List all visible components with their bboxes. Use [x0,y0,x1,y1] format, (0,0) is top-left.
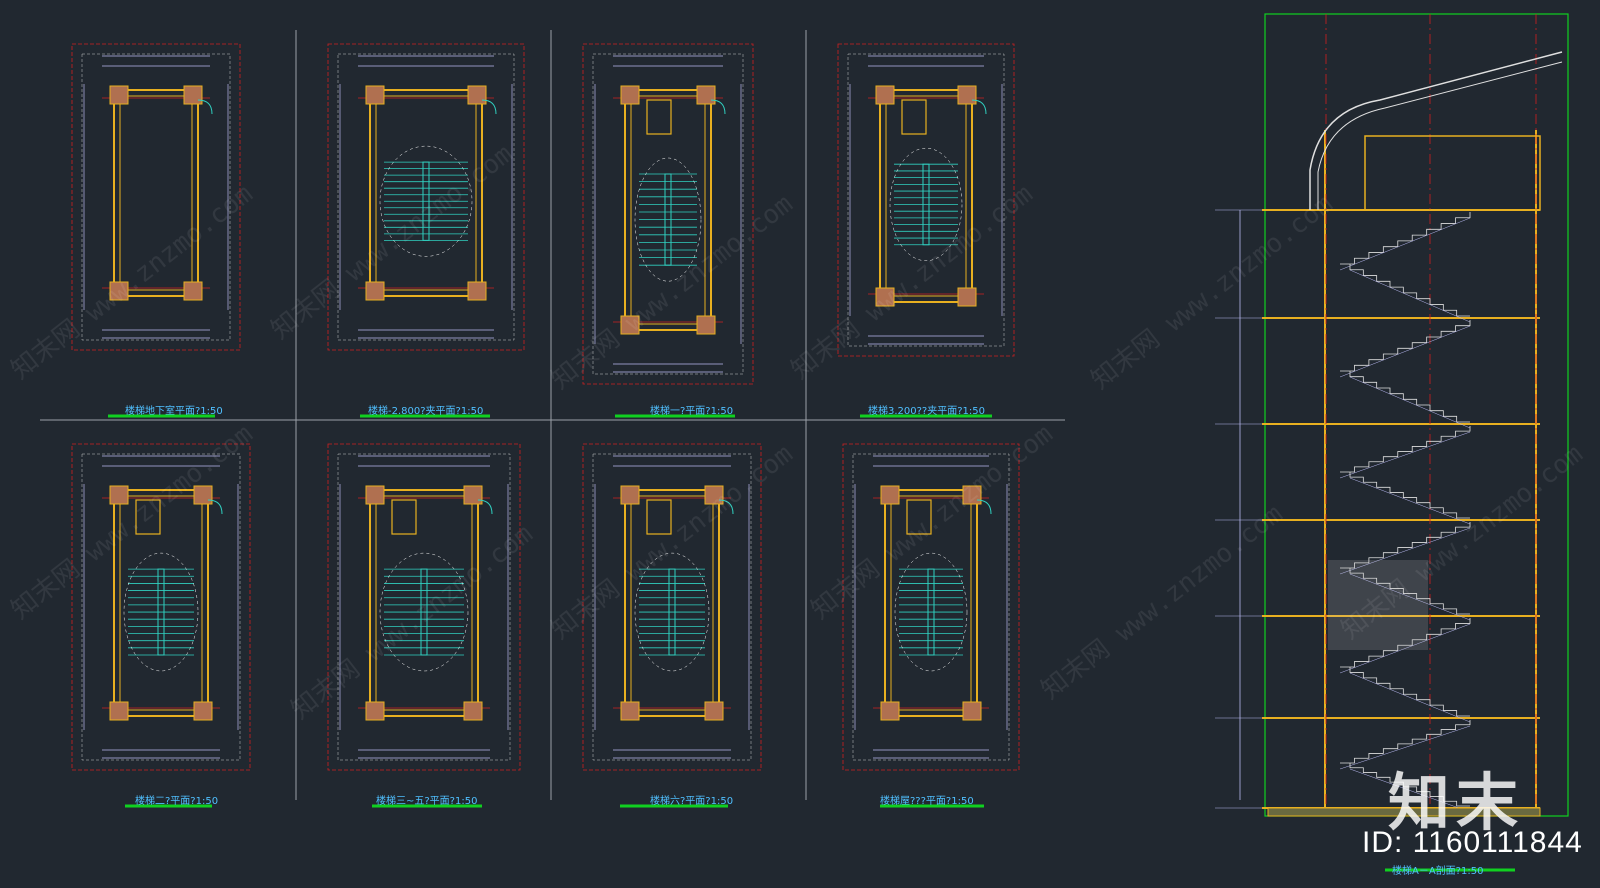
plan-title-floor2: 楼梯二?平面?1:50 [135,792,245,807]
shaft-room [391,499,417,535]
column [620,701,640,721]
column [467,281,487,301]
plan-title-text: 楼梯-2.800?夹平面?1:50 [368,406,484,417]
column [183,85,203,105]
stair-soffit [1339,431,1471,479]
column [696,85,716,105]
stair-plans-group [71,43,1020,808]
stair-flight [1349,472,1470,519]
stair-soffit [1349,269,1471,323]
stair-flight [1349,264,1470,317]
column [109,701,129,721]
stair-flight [1340,426,1471,473]
column [365,485,385,505]
stair-soffit [1349,376,1471,429]
column [193,701,213,721]
watermark-text: 知末网 www.znzmo.com [806,419,1059,626]
stair-section [1215,13,1569,872]
watermark-text: 知末网 www.znzmo.com [6,179,259,386]
column [880,701,900,721]
shaft-room [646,99,672,135]
watermark-id: ID: 1160111844 [1362,826,1583,859]
column [704,701,724,721]
stair-soffit [1339,217,1471,271]
plan-title-floor3-5: 楼梯三~五?平面?1:50 [376,792,496,807]
cad-sheet: 知末网 www.znzmo.com 知末网 www.znzmo.com 知末网 ww… [6,13,1589,872]
stair-flight [1340,212,1471,265]
column [467,85,487,105]
column [620,485,640,505]
column [957,287,977,307]
column [880,485,900,505]
column [109,85,129,105]
plan-title-text: 楼梯屋???平面?1:50 [880,796,974,807]
stair-plan-7 [842,443,1020,808]
watermark-text: 知末网 www.znzmo.com [266,139,519,346]
plan-title-text: 楼梯二?平面?1:50 [135,796,219,807]
watermark-text: 知末网 www.znzmo.com [786,179,1039,386]
stair-soffit [1339,325,1471,378]
plan-title-text: 楼梯地下室平面?1:50 [125,406,223,417]
plan-title-3200: 楼梯3.200??夹平面?1:50 [868,402,998,417]
column [109,485,129,505]
column [962,701,982,721]
column [875,85,895,105]
plan-title-floor1: 楼梯一?平面?1:50 [650,402,760,417]
plan-title-floor6: 楼梯六?平面?1:50 [650,792,760,807]
watermark-text: 知末网 www.znzmo.com [546,439,799,646]
column [365,701,385,721]
watermark-text: 知末网 www.znzmo.com [1336,439,1589,646]
plan-title-basement: 楼梯地下室平面?1:50 [125,402,235,417]
plan-title-text: 楼梯六?平面?1:50 [650,796,734,807]
cad-drawing-canvas: 知末网 www.znzmo.com 知末网 www.znzmo.com 知末网 ww… [0,0,1600,884]
column [463,701,483,721]
stair-flight [1349,371,1470,423]
plan-title-roof: 楼梯屋???平面?1:50 [880,792,1000,807]
watermark-text: 知末网 www.znzmo.com [1086,189,1339,396]
roof-room [1364,135,1541,211]
stair-flight [1349,667,1470,717]
stair-soffit [1349,672,1471,723]
shaft-room [901,99,927,135]
column [696,315,716,335]
plan-title-text: 楼梯三~五?平面?1:50 [376,796,478,807]
stair-flight [1340,320,1471,372]
watermark-text: 知末网 www.znzmo.com [1036,499,1289,706]
plan-title-text: 楼梯3.200??夹平面?1:50 [868,406,986,417]
plan-title-text: 楼梯一?平面?1:50 [650,406,734,417]
column [183,281,203,301]
watermark-text: 知末网 www.znzmo.com [286,519,539,726]
stair-soffit [1349,477,1471,525]
roof-curve [1309,51,1563,210]
watermark-text: 知末网 www.znzmo.com [6,419,259,626]
diagonal-watermarks: 知末网 www.znzmo.com 知末网 www.znzmo.com 知末网 ww… [6,139,1589,726]
column [365,85,385,105]
column [365,281,385,301]
column [463,485,483,505]
plan-title-minus2800: 楼梯-2.800?夹平面?1:50 [368,402,498,417]
column [957,85,977,105]
section-title: 楼梯A－A剖面?1:50 [1392,866,1484,877]
column [620,85,640,105]
